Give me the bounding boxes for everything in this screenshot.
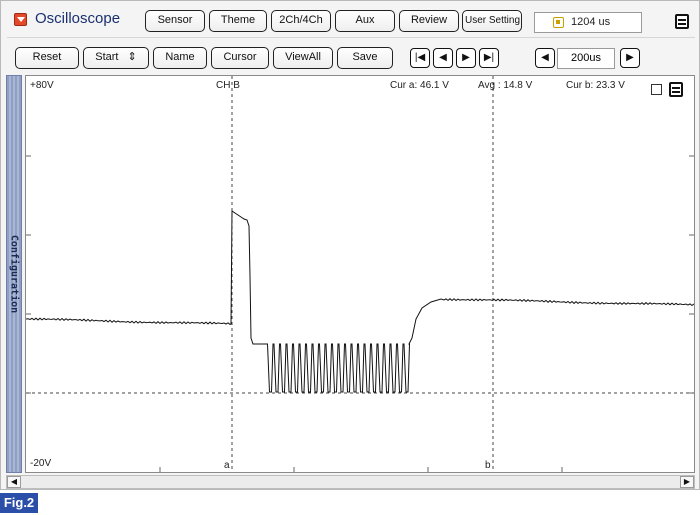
waveform-plot[interactable]: +80V -20V CH B Cur a: 46.1 V Avg : 14.8 …: [25, 75, 695, 473]
name-button[interactable]: Name: [153, 47, 207, 69]
user-setting-button[interactable]: User Setting: [462, 10, 522, 32]
time-readout-value: 1204 us: [571, 16, 611, 28]
y-min-label: -20V: [30, 458, 52, 469]
start-button[interactable]: Start ⇕: [83, 47, 149, 69]
reset-button[interactable]: Reset: [15, 47, 79, 69]
channel-label: CH B: [216, 80, 240, 91]
sensor-button[interactable]: Sensor: [145, 10, 205, 32]
timebase-value: 200us: [557, 48, 615, 69]
timebase-increase-icon[interactable]: ▶: [620, 48, 640, 68]
figure-label: Fig.2: [0, 493, 38, 513]
waveform-trace: [26, 210, 694, 393]
step-forward-icon[interactable]: ▶: [456, 48, 476, 68]
aux-button[interactable]: Aux: [335, 10, 395, 32]
save-button[interactable]: Save: [337, 47, 393, 69]
y-max-label: +80V: [30, 80, 54, 91]
scroll-left-icon[interactable]: ◀: [7, 476, 21, 488]
start-dropdown-icon: ⇕: [127, 51, 137, 63]
scroll-right-icon[interactable]: ▶: [680, 476, 694, 488]
cursor-a-readout: Cur a: 46.1 V: [390, 80, 449, 91]
step-back-icon[interactable]: ◀: [433, 48, 453, 68]
channel-mode-button[interactable]: 2Ch/4Ch: [271, 10, 331, 32]
readout-checkbox[interactable]: [651, 84, 662, 95]
review-button[interactable]: Review: [399, 10, 459, 32]
app-title: Oscilloscope: [35, 10, 121, 27]
cursor-a-marker: a: [224, 460, 230, 471]
cursor-button[interactable]: Cursor: [211, 47, 269, 69]
start-button-label: Start: [95, 51, 119, 63]
oscilloscope-window: Oscilloscope Sensor Theme 2Ch/4Ch Aux Re…: [0, 0, 700, 490]
average-readout: Avg : 14.8 V: [478, 80, 533, 91]
horizontal-scrollbar[interactable]: ◀ ▶: [6, 475, 695, 489]
toolbar-divider: [7, 37, 695, 38]
skip-first-icon[interactable]: |◀: [410, 48, 430, 68]
configuration-panel-toggle[interactable]: Configuration: [6, 75, 22, 473]
cursor-b-readout: Cur b: 23.3 V: [566, 80, 625, 91]
waveform-svg: [26, 76, 694, 472]
panel-menu-icon[interactable]: [675, 14, 689, 29]
clock-icon: [553, 17, 564, 28]
viewall-button[interactable]: ViewAll: [273, 47, 333, 69]
app-menu-icon[interactable]: [14, 13, 27, 26]
time-readout: 1204 us: [534, 12, 642, 33]
skip-last-icon[interactable]: ▶|: [479, 48, 499, 68]
theme-button[interactable]: Theme: [209, 10, 267, 32]
configuration-label: Configuration: [8, 234, 20, 314]
timebase-decrease-icon[interactable]: ◀: [535, 48, 555, 68]
plot-panel-menu-icon[interactable]: [669, 82, 683, 97]
cursor-b-marker: b: [485, 460, 491, 471]
